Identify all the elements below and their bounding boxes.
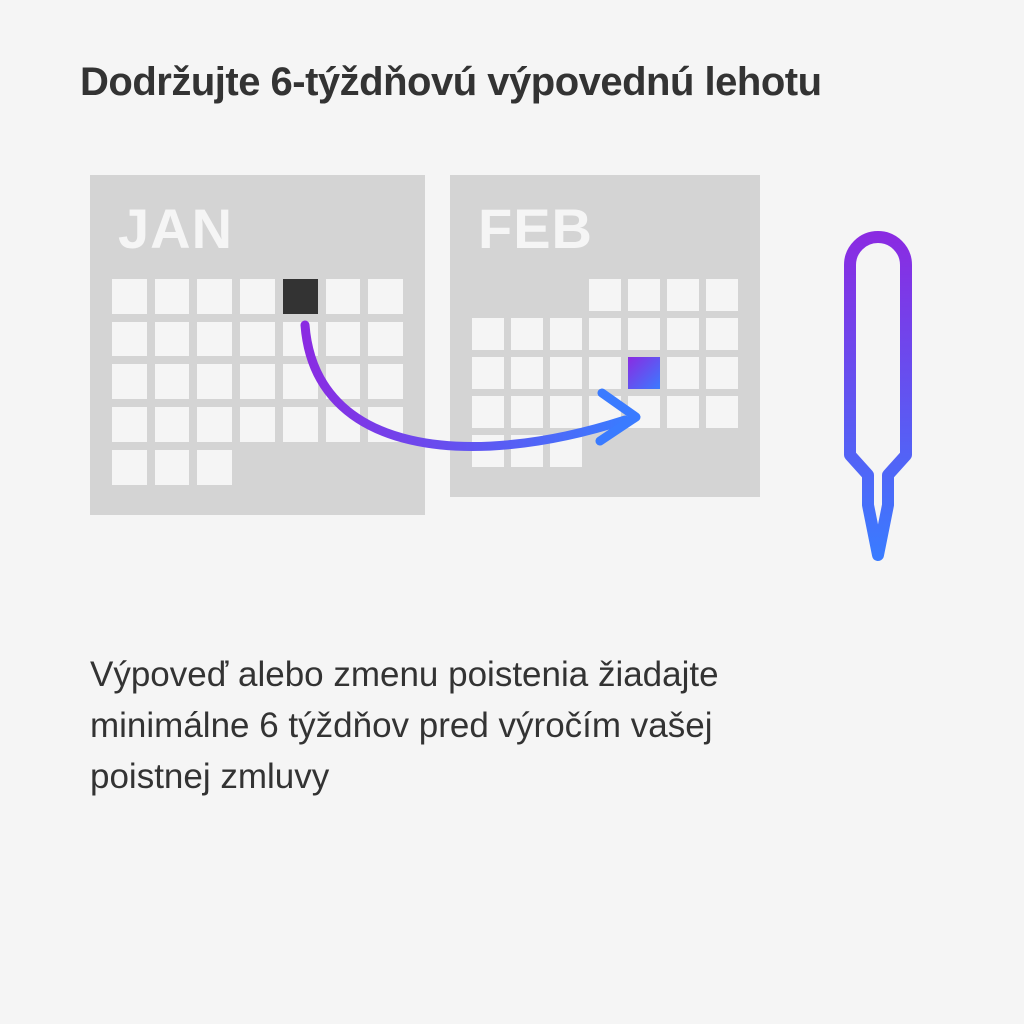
calendar-day [326,407,361,442]
calendar-day [511,396,543,428]
calendar-day [112,364,147,399]
calendar-day [368,322,403,357]
calendar-february: FEB [450,175,760,497]
calendar-day [112,322,147,357]
calendar-day-empty [472,279,504,311]
calendar-day [197,364,232,399]
calendar-day [472,435,504,467]
calendar-day [112,279,147,314]
calendar-day [550,435,582,467]
calendar-day [155,450,190,485]
calendar-day-empty [511,279,543,311]
calendar-day [368,279,403,314]
calendar-day [472,396,504,428]
calendar-day [112,407,147,442]
calendar-day-empty [628,435,660,467]
calendar-day [706,357,738,389]
calendar-day-empty [550,279,582,311]
calendar-day [368,407,403,442]
calendar-january: JAN [90,175,425,515]
calendar-day [628,396,660,428]
calendar-day [511,357,543,389]
calendar-day [589,318,621,350]
calendar-grid-february [472,279,738,467]
calendar-day-end [628,357,660,389]
calendar-day-empty [326,450,361,485]
calendar-day [511,318,543,350]
info-card: Dodržujte 6-týždňovú výpovednú lehotu JA… [0,0,1024,1024]
calendar-day-empty [667,435,699,467]
calendar-day [197,450,232,485]
calendar-day [472,357,504,389]
month-label-january: JAN [118,201,403,257]
calendar-day [628,279,660,311]
calendar-day [240,322,275,357]
calendar-day-empty [368,450,403,485]
calendar-day [283,322,318,357]
calendar-day [667,279,699,311]
calendar-day [706,396,738,428]
calendar-day [240,364,275,399]
calendar-day [155,322,190,357]
calendar-day [667,318,699,350]
illustration-stage: JAN [90,175,960,595]
calendar-day [326,279,361,314]
calendar-day [155,407,190,442]
calendar-day [589,357,621,389]
calendar-day [550,396,582,428]
calendar-day-empty [283,450,318,485]
calendar-day [283,407,318,442]
calendar-day [197,322,232,357]
calendar-day [667,396,699,428]
calendar-day [197,407,232,442]
calendar-day [511,435,543,467]
calendar-day [155,279,190,314]
calendar-day [706,318,738,350]
calendar-day-empty [589,435,621,467]
calendar-day-empty [706,435,738,467]
calendar-day-start [283,279,318,314]
calendar-grid-january [112,279,403,485]
calendar-day [240,279,275,314]
calendar-day [589,396,621,428]
body-text: Výpoveď alebo zmenu poistenia žiadajte m… [90,650,790,802]
calendar-day [283,364,318,399]
calendar-day [326,322,361,357]
heading: Dodržujte 6-týždňovú výpovednú lehotu [80,60,944,105]
calendar-day [550,318,582,350]
calendar-day [550,357,582,389]
calendar-day [589,279,621,311]
calendar-day-empty [240,450,275,485]
calendar-day [667,357,699,389]
calendar-day [706,279,738,311]
calendar-day [240,407,275,442]
calendar-day [472,318,504,350]
calendar-day [368,364,403,399]
calendar-day [155,364,190,399]
calendar-day [628,318,660,350]
pen-icon [820,205,940,575]
calendar-day [197,279,232,314]
month-label-february: FEB [478,201,738,257]
calendar-day [112,450,147,485]
calendar-day [326,364,361,399]
